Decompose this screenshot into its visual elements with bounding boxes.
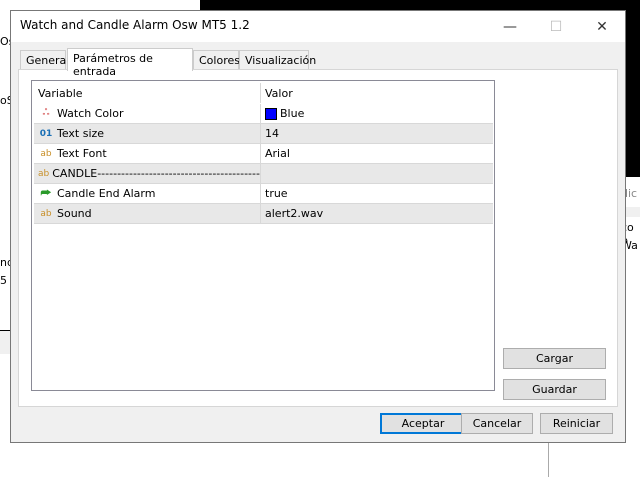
minimize-button[interactable]: — xyxy=(487,11,533,42)
string-icon: ab xyxy=(40,208,52,219)
variable-name: CANDLE----------------------------------… xyxy=(52,167,261,180)
bool-icon: ⮫ xyxy=(40,186,52,200)
column-header-variable[interactable]: Variable xyxy=(34,83,261,103)
table-row[interactable]: ab CANDLE--------------------------------… xyxy=(34,164,493,184)
color-icon: ஃ xyxy=(42,108,50,118)
table-row[interactable]: 01 Text size 14 xyxy=(34,124,493,144)
tab-input-parameters[interactable]: Parámetros de entrada xyxy=(67,48,193,78)
string-icon: ab xyxy=(38,168,50,179)
parameter-value[interactable]: Arial xyxy=(261,144,493,163)
title-bar[interactable]: Watch and Candle Alarm Osw MT5 1.2 — ☐ ✕ xyxy=(11,11,625,42)
tab-visualization[interactable]: Visualización xyxy=(239,50,316,70)
variable-name: Text size xyxy=(57,127,105,140)
table-row[interactable]: ab Sound alert2.wav xyxy=(34,204,493,224)
load-button[interactable]: Cargar xyxy=(503,348,606,369)
parameter-value[interactable]: true xyxy=(261,184,493,203)
bg-fragment: 5 xyxy=(0,274,7,287)
color-swatch[interactable] xyxy=(265,107,277,120)
table-row[interactable]: ⮫ Candle End Alarm true xyxy=(34,184,493,204)
variable-name: Sound xyxy=(57,207,92,220)
ok-button[interactable]: Aceptar xyxy=(380,413,466,434)
parameter-value[interactable] xyxy=(261,164,493,183)
variable-name: Text Font xyxy=(57,147,107,160)
tab-general[interactable]: General xyxy=(20,50,69,70)
close-button[interactable]: ✕ xyxy=(579,11,625,42)
tab-panel: Variable Valor ஃ Watch Color Blue 01 Text … xyxy=(18,69,618,407)
input-parameters-dialog: Watch and Candle Alarm Osw MT5 1.2 — ☐ ✕… xyxy=(10,10,626,443)
save-button[interactable]: Guardar xyxy=(503,379,606,400)
parameters-table[interactable]: Variable Valor ஃ Watch Color Blue 01 Text … xyxy=(31,80,495,391)
tab-colors[interactable]: Colores xyxy=(193,50,240,70)
parameter-value[interactable]: 14 xyxy=(261,124,493,143)
variable-name: Candle End Alarm xyxy=(57,187,156,200)
window-title: Watch and Candle Alarm Osw MT5 1.2 xyxy=(20,18,250,32)
parameter-value[interactable]: alert2.wav xyxy=(261,204,493,223)
maximize-button[interactable]: ☐ xyxy=(533,11,579,42)
cancel-button[interactable]: Cancelar xyxy=(461,413,533,434)
parameter-value[interactable]: Blue xyxy=(280,107,304,120)
integer-icon: 01 xyxy=(39,128,53,139)
table-row[interactable]: ab Text Font Arial xyxy=(34,144,493,164)
table-row[interactable]: ஃ Watch Color Blue xyxy=(34,104,493,124)
variable-name: Watch Color xyxy=(57,107,124,120)
reset-button[interactable]: Reiniciar xyxy=(540,413,613,434)
table-header: Variable Valor xyxy=(34,83,493,103)
string-icon: ab xyxy=(40,148,52,159)
column-header-value[interactable]: Valor xyxy=(261,83,493,103)
